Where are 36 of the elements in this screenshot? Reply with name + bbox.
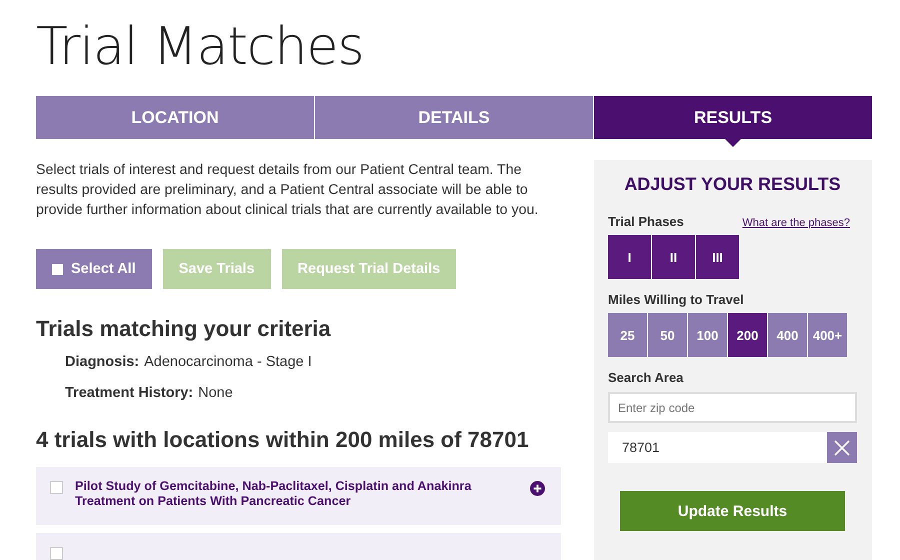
section-heading: Trials matching your criteria	[36, 316, 332, 342]
clear-button[interactable]	[827, 432, 857, 463]
checkbox[interactable]	[50, 547, 63, 560]
zip-code-field[interactable]: Enter zip code	[608, 392, 857, 423]
close-icon	[834, 440, 850, 456]
step-tab[interactable]: LOCATION	[36, 96, 314, 139]
step-tab[interactable]: DETAILS	[315, 96, 593, 139]
option-button[interactable]: II	[652, 235, 695, 279]
checkbox[interactable]	[52, 264, 63, 274]
field-label: Miles Willing to Travel	[608, 292, 745, 307]
field-label: Trial Phases	[608, 214, 684, 229]
option-button[interactable]: I	[608, 235, 651, 279]
intro-text: Select trials of interest and request details from our Patient Central team. The results provided are preliminary, and a Patient Central associate will be able to provide further information about clinical trials that are currently available to you.	[36, 161, 540, 220]
page-title: Trial Matches	[36, 16, 365, 78]
checkbox[interactable]	[50, 481, 63, 494]
criteria-label: Treatment History:	[65, 385, 194, 401]
panel-title: ADJUST YOUR RESULTS	[623, 174, 842, 195]
option-button[interactable]: 50	[648, 313, 687, 357]
trial-title[interactable]: Pilot Study of Gemcitabine, Nab-Paclitaxel, Cisplatin and Anakinra Treatment on Patients With Pancreatic Cancer	[75, 479, 518, 509]
field-label: Search Area	[608, 370, 684, 385]
select-all-button[interactable]: Select All	[36, 249, 152, 289]
option-button[interactable]: III	[696, 235, 739, 279]
tab-pointer-icon	[725, 139, 741, 147]
zip-value-field[interactable]: 78701	[608, 432, 827, 463]
criteria-value: Adenocarcinoma - Stage I	[144, 354, 312, 370]
criteria-label: Diagnosis:	[65, 354, 140, 370]
option-button[interactable]: 100	[688, 313, 727, 357]
expand-plus-icon[interactable]	[530, 481, 545, 496]
phases-link[interactable]: What are the phases?	[742, 217, 850, 229]
option-button[interactable]: 400	[768, 313, 807, 357]
option-button[interactable]: 25	[608, 313, 647, 357]
update-results-button[interactable]: Update Results	[620, 491, 845, 531]
option-button[interactable]: 200	[728, 313, 767, 357]
results-heading: 4 trials with locations within 200 miles of 78701	[36, 427, 530, 453]
criteria-value: None	[198, 385, 233, 401]
option-button[interactable]: 400+	[808, 313, 847, 357]
